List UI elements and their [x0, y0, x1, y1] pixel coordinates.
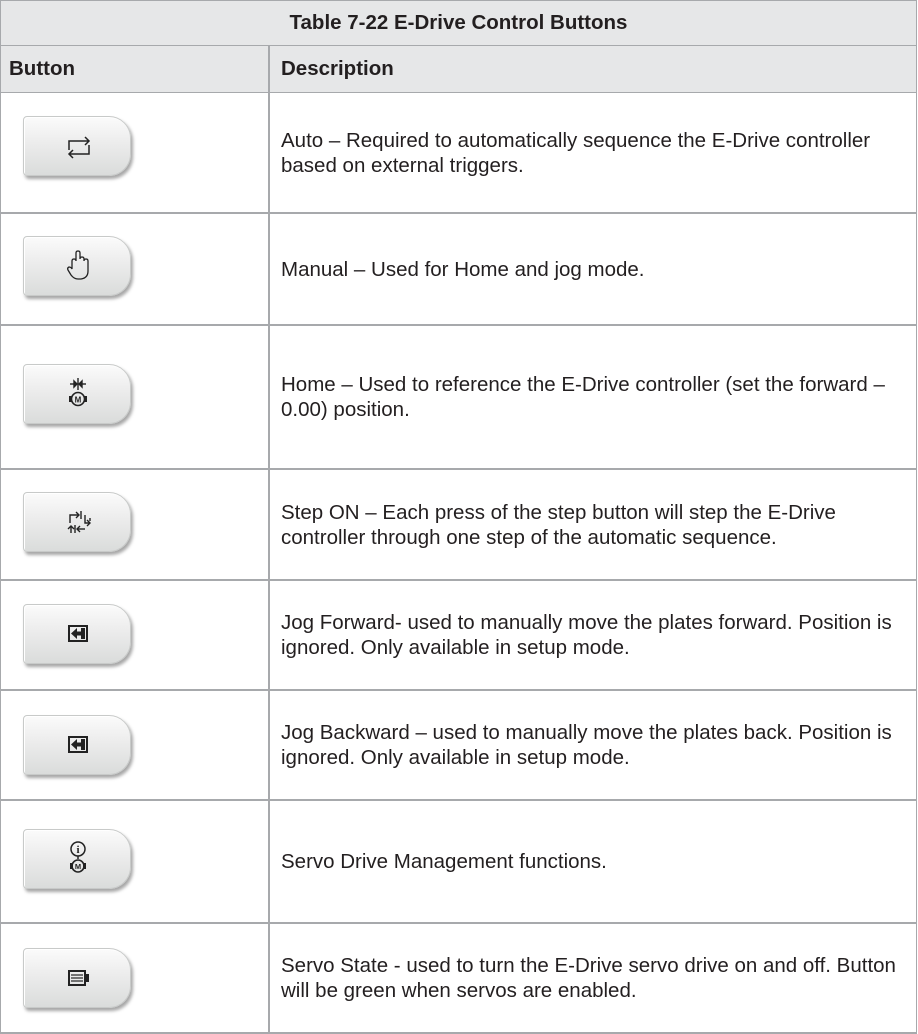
- table-row: Auto – Required to automatically sequenc…: [1, 93, 916, 214]
- jog-backward-icon: [68, 736, 88, 753]
- row-description: Step ON – Each press of the step button …: [281, 500, 836, 549]
- table-row: Servo State - used to turn the E-Drive s…: [1, 924, 916, 1034]
- table-row: i M Servo Drive Management functions.: [1, 801, 916, 924]
- row-description: Servo Drive Management functions.: [281, 850, 607, 873]
- auto-button[interactable]: [23, 116, 131, 176]
- table-title: Table 7-22 E-Drive Control Buttons: [1, 0, 916, 46]
- row-description: Jog Forward- used to manually move the p…: [281, 611, 892, 659]
- row-description: Home – Used to reference the E-Drive con…: [281, 373, 885, 421]
- header-description: Description: [281, 57, 394, 80]
- svg-text:M: M: [75, 396, 82, 405]
- column-divider: [268, 46, 270, 1034]
- table-row: M Home – Used to reference the E-Drive c…: [1, 326, 916, 470]
- servo-drive-management-button[interactable]: i M: [23, 829, 131, 889]
- jog-backward-button[interactable]: [23, 715, 131, 775]
- battery-icon: [68, 970, 89, 986]
- svg-text:i: i: [76, 844, 79, 856]
- hand-icon: [67, 250, 89, 280]
- svg-text:M: M: [75, 862, 81, 871]
- manual-button[interactable]: [23, 236, 131, 296]
- auto-cycle-icon: [67, 136, 91, 159]
- step-cycle-icon: [67, 511, 91, 533]
- row-description: Servo State - used to turn the E-Drive s…: [281, 954, 896, 1002]
- table-header-row: Button Description: [1, 46, 916, 93]
- table-row: Step ON – Each press of the step button …: [1, 470, 916, 581]
- home-motor-icon: M: [69, 378, 87, 407]
- home-button[interactable]: M: [23, 364, 131, 424]
- row-description: Jog Backward – used to manually move the…: [281, 721, 892, 769]
- servo-state-button[interactable]: [23, 948, 131, 1008]
- row-description: Auto – Required to automatically sequenc…: [281, 128, 871, 177]
- table-row: Manual – Used for Home and jog mode.: [1, 214, 916, 326]
- table-row: Jog Backward – used to manually move the…: [1, 691, 916, 801]
- table-row: Jog Forward- used to manually move the p…: [1, 581, 916, 691]
- row-description: Manual – Used for Home and jog mode.: [281, 257, 645, 281]
- jog-forward-button[interactable]: [23, 604, 131, 664]
- step-on-button[interactable]: [23, 492, 131, 552]
- header-button: Button: [9, 57, 76, 80]
- jog-forward-icon: [68, 625, 88, 642]
- servo-info-motor-icon: i M: [70, 841, 86, 873]
- control-buttons-table: Table 7-22 E-Drive Control Buttons Butto…: [0, 0, 917, 1034]
